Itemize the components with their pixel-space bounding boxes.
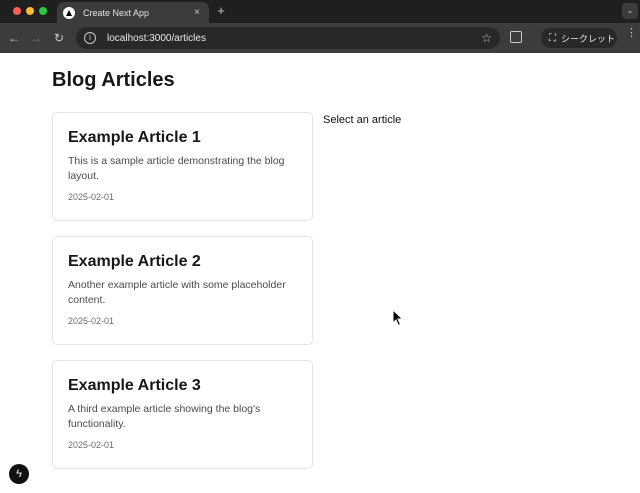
site-info-icon[interactable]: i bbox=[84, 32, 96, 44]
url-text[interactable]: localhost:3000/articles bbox=[107, 33, 481, 44]
window-minimize-button[interactable] bbox=[26, 7, 34, 15]
article-date: 2025-02-01 bbox=[68, 316, 115, 326]
nextjs-favicon-icon bbox=[63, 6, 75, 19]
article-excerpt: A third example article showing the blog… bbox=[68, 403, 261, 430]
incognito-label: シークレット bbox=[561, 33, 616, 44]
tab-search-button[interactable]: ⌄ bbox=[622, 3, 638, 19]
incognito-profile-button[interactable]: ⛶ シークレット bbox=[541, 28, 617, 48]
back-button[interactable]: ← bbox=[6, 30, 22, 46]
browser-toolbar: ← → ↻ i localhost:3000/articles ☆ ⛶ シークレ… bbox=[0, 23, 640, 53]
page-content: Blog Articles Example Article 1 This is … bbox=[0, 53, 640, 493]
tab-title: Create Next App bbox=[83, 7, 150, 18]
nextjs-dev-tools-icon[interactable]: ϟ bbox=[9, 464, 29, 484]
mouse-cursor-icon bbox=[392, 309, 404, 327]
reload-button[interactable]: ↻ bbox=[51, 30, 67, 46]
article-title: Example Article 3 bbox=[68, 377, 201, 394]
window-maximize-button[interactable] bbox=[39, 7, 47, 15]
more-menu-icon[interactable]: ⋮ bbox=[626, 28, 637, 39]
article-title: Example Article 1 bbox=[68, 129, 201, 146]
article-date: 2025-02-01 bbox=[68, 440, 115, 450]
bookmark-star-icon[interactable]: ☆ bbox=[481, 31, 492, 45]
forward-button[interactable]: → bbox=[28, 30, 44, 46]
article-card[interactable]: Example Article 2 Another example articl… bbox=[52, 236, 313, 345]
article-card[interactable]: Example Article 1 This is a sample artic… bbox=[52, 112, 313, 221]
window-close-button[interactable] bbox=[13, 7, 21, 15]
tab-close-icon[interactable]: × bbox=[191, 7, 203, 18]
browser-tab-active[interactable]: Create Next App × bbox=[57, 2, 209, 23]
extensions-icon[interactable] bbox=[510, 31, 522, 43]
select-article-prompt: Select an article bbox=[323, 114, 402, 126]
incognito-icon: ⛶ bbox=[549, 32, 556, 44]
article-excerpt: Another example article with some placeh… bbox=[68, 279, 286, 306]
new-tab-button[interactable]: + bbox=[214, 3, 228, 18]
article-excerpt: This is a sample article demonstrating t… bbox=[68, 155, 285, 182]
article-card[interactable]: Example Article 3 A third example articl… bbox=[52, 360, 313, 469]
article-date: 2025-02-01 bbox=[68, 192, 115, 202]
article-title: Example Article 2 bbox=[68, 253, 201, 270]
address-bar[interactable]: i localhost:3000/articles ☆ bbox=[76, 27, 500, 49]
browser-tab-bar: Create Next App × + ⌄ bbox=[0, 0, 640, 23]
page-title: Blog Articles bbox=[52, 69, 175, 91]
